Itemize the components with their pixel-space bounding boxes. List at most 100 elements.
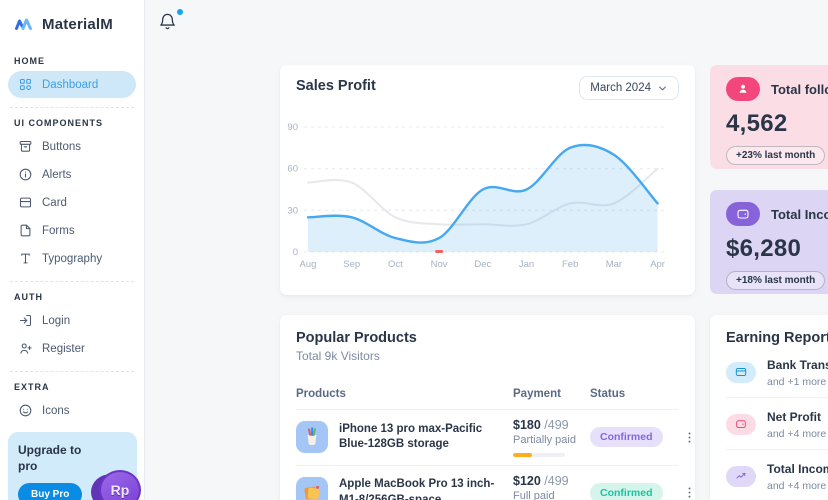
sidebar-item-label: Buttons (42, 141, 81, 153)
typography-icon (18, 251, 33, 266)
earning-item-sub: and +4 more (767, 480, 828, 492)
products-table-body: iPhone 13 pro max-Pacific Blue-128GB sto… (296, 410, 679, 500)
period-value: March 2024 (590, 82, 651, 94)
unread-dot (177, 9, 183, 15)
payment-amount: $120 /499 (513, 474, 590, 488)
svg-text:Sep: Sep (343, 259, 360, 270)
notifications-button[interactable] (158, 7, 186, 35)
svg-text:Dec: Dec (474, 259, 491, 270)
sidebar-item-label: Alerts (42, 169, 71, 181)
sidebar-section-label: AUTH (14, 292, 130, 302)
stat-card-value: 4,562 (726, 110, 828, 138)
brand-logo-icon (12, 12, 36, 36)
sidebar: MaterialM HOME Dashboard UI COMPONENTS Butt… (0, 0, 145, 500)
sidebar-section-label: EXTRA (14, 382, 130, 392)
sidebar-item-typography[interactable]: Typography (8, 245, 136, 272)
stat-card-value: $6,280 (726, 235, 828, 263)
popular-products-card: Popular Products Total 9k Visitors Produ… (280, 315, 695, 500)
wallet-icon (726, 414, 756, 435)
chevron-down-icon (657, 83, 668, 94)
column-header-payment: Payment (513, 388, 590, 400)
coin-label: Rp (111, 482, 130, 498)
sidebar-item-label: Register (42, 343, 85, 355)
user-icon (726, 77, 760, 101)
earning-item-label: Net Profit (767, 410, 821, 424)
sales-profit-card: Sales Profit March 2024 0306090AugSepOct… (280, 65, 695, 295)
svg-text:0: 0 (293, 247, 298, 258)
buy-pro-button[interactable]: Buy Pro (18, 483, 82, 500)
stat-card-total-followers: Total followers 4,562 +23% last month (710, 65, 828, 169)
sales-profit-chart: 0306090AugSepOctNovDecJanFebMarApr (280, 109, 695, 295)
stat-cards: Total followers4,562+23% last monthTotal… (710, 65, 828, 294)
brand-name: MaterialM (42, 16, 113, 33)
sidebar-item-dashboard[interactable]: Dashboard (8, 71, 136, 98)
sidebar-item-register[interactable]: Register (8, 335, 136, 362)
sidebar-section-label: UI COMPONENTS (14, 118, 130, 128)
sidebar-item-label: Login (42, 315, 70, 327)
payment-note: Full paid (513, 490, 590, 500)
product-row: iPhone 13 pro max-Pacific Blue-128GB sto… (296, 410, 679, 466)
stat-card-total-income: Total Income$6,280+18% last month (710, 190, 828, 294)
row-menu-button[interactable] (682, 430, 697, 445)
rp-coin-illustration: Rp (91, 468, 141, 500)
svg-text:Oct: Oct (388, 259, 403, 270)
sidebar-item-label: Typography (42, 253, 102, 265)
payment-progress (513, 453, 565, 457)
svg-text:Aug: Aug (300, 259, 317, 270)
earning-item-sub: and +4 more (767, 428, 828, 440)
sticky-notes-icon (296, 477, 328, 500)
status-badge: Confirmed (590, 483, 663, 500)
user-plus-icon (18, 341, 33, 356)
row-menu-button[interactable] (682, 485, 697, 500)
upgrade-title: Upgrade to pro (18, 443, 90, 474)
column-header-status: Status (590, 388, 682, 400)
sidebar-divider (10, 281, 134, 282)
svg-text:90: 90 (287, 122, 298, 133)
stat-card-badge: +23% last month (726, 146, 825, 165)
svg-text:60: 60 (287, 164, 298, 175)
wallet-icon (726, 202, 760, 226)
upgrade-card: Upgrade to pro Buy Pro Rp (8, 432, 137, 500)
login-icon (18, 313, 33, 328)
file-icon (18, 223, 33, 238)
brand-logo[interactable]: MaterialM (8, 10, 136, 46)
sidebar-item-card[interactable]: Card (8, 189, 136, 216)
sidebar-item-icons[interactable]: Icons (8, 397, 136, 424)
svg-text:Feb: Feb (562, 259, 578, 270)
stat-card-title: Total Income (771, 207, 828, 222)
earning-reports-list: Bank Transferand +1 more Net Profitand +… (726, 346, 828, 500)
popular-products-subtitle: Total 9k Visitors (296, 349, 679, 363)
product-name: iPhone 13 pro max-Pacific Blue-128GB sto… (339, 422, 507, 453)
sidebar-item-label: Card (42, 197, 67, 209)
earning-item-total-income: Total Incomeand +4 more (726, 450, 828, 500)
svg-text:Jan: Jan (519, 259, 534, 270)
card-icon (18, 195, 33, 210)
trend-up-icon (726, 466, 756, 487)
svg-text:Mar: Mar (606, 259, 622, 270)
pencil-cup-icon (296, 421, 328, 453)
payment-amount: $180 /499 (513, 418, 590, 432)
earning-reports-title: Earning Reports (726, 330, 828, 346)
column-header-products: Products (296, 388, 513, 400)
archive-icon (18, 139, 33, 154)
product-name: Apple MacBook Pro 13 inch-M1-8/256GB-spa… (339, 477, 507, 500)
stat-card-title: Total followers (771, 82, 828, 97)
earning-reports-card: Earning Reports Bank Transferand +1 more… (710, 315, 828, 500)
sidebar-item-label: Forms (42, 225, 75, 237)
sidebar-item-label: Dashboard (42, 79, 98, 91)
earning-item-sub: and +1 more (767, 376, 828, 388)
sidebar-item-buttons[interactable]: Buttons (8, 133, 136, 160)
sidebar-item-alerts[interactable]: Alerts (8, 161, 136, 188)
period-dropdown[interactable]: March 2024 (579, 76, 679, 100)
credit-card-icon (726, 362, 756, 383)
sidebar-item-login[interactable]: Login (8, 307, 136, 334)
products-table-header: ProductsPaymentStatus (296, 388, 679, 410)
grid-icon (18, 77, 33, 92)
sidebar-item-forms[interactable]: Forms (8, 217, 136, 244)
svg-text:30: 30 (287, 205, 298, 216)
payment-note: Partially paid (513, 434, 590, 446)
coin-front-disc: Rp (99, 470, 141, 500)
sidebar-section-label: HOME (14, 56, 130, 66)
sidebar-item-label: Icons (42, 405, 70, 417)
sidebar-divider (10, 107, 134, 108)
